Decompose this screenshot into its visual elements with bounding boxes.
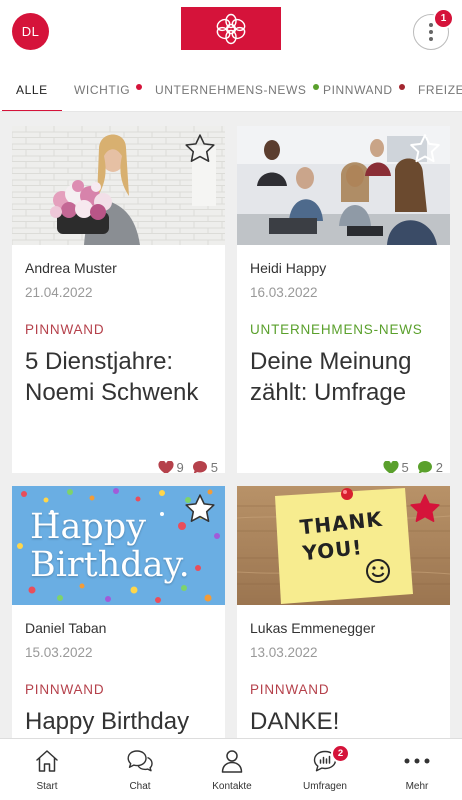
post-title: Deine Meinung zählt: Umfrage bbox=[250, 348, 412, 406]
favorite-star-icon[interactable] bbox=[408, 132, 442, 166]
heart-icon bbox=[158, 460, 174, 473]
post-reactions: 5 2 bbox=[375, 460, 443, 473]
post-date: 21.04.2022 bbox=[25, 285, 93, 300]
tab-unternehmens-news[interactable]: UNTERNEHMENS-NEWS bbox=[155, 68, 319, 111]
smiley-icon bbox=[366, 559, 390, 583]
heart-icon bbox=[383, 460, 399, 473]
post-image-woman-with-flowers bbox=[12, 126, 225, 245]
comment-count[interactable]: 5 bbox=[192, 460, 218, 473]
nav-umfragen[interactable]: 2 Umfragen bbox=[279, 739, 371, 800]
vertical-dots-icon bbox=[429, 23, 433, 41]
like-count[interactable]: 9 bbox=[158, 460, 184, 473]
post-category: PINNWAND bbox=[25, 322, 105, 337]
post-feed: Andrea Muster 21.04.2022 PINNWAND 5 Dien… bbox=[0, 112, 462, 738]
post-reactions: 9 5 bbox=[150, 460, 218, 473]
nav-mehr[interactable]: Mehr bbox=[371, 739, 462, 800]
bottom-navigation: Start Chat Kontakte 2 Umfragen Mehr bbox=[0, 738, 462, 800]
post-title: DANKE! bbox=[250, 708, 340, 735]
avatar[interactable]: DL bbox=[12, 13, 49, 50]
tab-wichtig[interactable]: WICHTIG bbox=[74, 68, 143, 111]
post-card[interactable]: THANK YOU! Lukas Emmenegger 13.03.2022 P… bbox=[237, 486, 450, 738]
nav-label: Umfragen bbox=[303, 781, 347, 792]
brand-logo bbox=[181, 7, 281, 50]
nav-label: Chat bbox=[129, 781, 151, 792]
post-author: Heidi Happy bbox=[250, 260, 327, 276]
like-count[interactable]: 5 bbox=[383, 460, 409, 473]
post-image-thank-you-sticky-note: THANK YOU! bbox=[237, 486, 450, 605]
favorite-star-icon[interactable] bbox=[183, 132, 217, 166]
person-icon bbox=[221, 750, 243, 773]
post-author: Andrea Muster bbox=[25, 260, 117, 276]
post-category: PINNWAND bbox=[25, 682, 105, 697]
status-dot bbox=[398, 84, 405, 90]
image-caption: Happy Birthday. bbox=[30, 507, 190, 585]
chat-icon bbox=[127, 750, 153, 772]
nav-kontakte[interactable]: Kontakte bbox=[186, 739, 278, 800]
post-title: Happy Birthday bbox=[25, 708, 190, 735]
tab-label: WICHTIG bbox=[74, 83, 131, 97]
favorite-star-icon[interactable] bbox=[183, 492, 217, 526]
category-tabs: ALLE WICHTIG UNTERNEHMENS-NEWS PINNWAND … bbox=[0, 68, 462, 112]
comment-bubble-icon bbox=[417, 461, 432, 473]
comment-count[interactable]: 2 bbox=[417, 460, 443, 473]
post-card[interactable]: Heidi Happy 16.03.2022 UNTERNEHMENS-NEWS… bbox=[237, 126, 450, 473]
home-icon bbox=[36, 750, 58, 772]
status-dot bbox=[136, 84, 143, 90]
post-title: 5 Dienstjahre: Noemi Schwenk bbox=[25, 348, 199, 406]
tab-pinnwand[interactable]: PINNWAND bbox=[323, 68, 405, 111]
status-dot bbox=[312, 84, 319, 90]
tab-label: ALLE bbox=[16, 83, 48, 97]
post-image-happy-birthday-confetti: Happy Birthday. bbox=[12, 486, 225, 605]
nav-start[interactable]: Start bbox=[1, 739, 93, 800]
more-icon bbox=[404, 758, 430, 764]
post-date: 13.03.2022 bbox=[250, 645, 318, 660]
nav-chat[interactable]: Chat bbox=[94, 739, 186, 800]
nav-label: Mehr bbox=[405, 781, 429, 792]
nav-label: Start bbox=[36, 781, 58, 792]
post-card[interactable]: Happy Birthday. Daniel Taban 15.03.2022 … bbox=[12, 486, 225, 738]
post-author: Daniel Taban bbox=[25, 620, 107, 636]
post-date: 16.03.2022 bbox=[250, 285, 318, 300]
notification-badge: 1 bbox=[433, 8, 454, 29]
nav-label: Kontakte bbox=[212, 781, 252, 792]
tab-label: FREIZEIT bbox=[418, 83, 462, 97]
post-date: 15.03.2022 bbox=[25, 645, 93, 660]
avatar-initials: DL bbox=[21, 24, 40, 39]
post-category: UNTERNEHMENS-NEWS bbox=[250, 322, 423, 337]
favorite-star-icon[interactable] bbox=[408, 492, 442, 526]
app-header: DL 1 bbox=[0, 0, 462, 68]
tab-freizeit[interactable]: FREIZEIT bbox=[418, 68, 462, 111]
tab-label: UNTERNEHMENS-NEWS bbox=[155, 83, 307, 97]
tab-alle[interactable]: ALLE bbox=[2, 68, 62, 111]
flower-logo-icon bbox=[216, 13, 246, 44]
post-author: Lukas Emmenegger bbox=[250, 620, 376, 636]
post-category: PINNWAND bbox=[250, 682, 330, 697]
umfragen-badge: 2 bbox=[331, 744, 350, 763]
tab-label: PINNWAND bbox=[323, 83, 393, 97]
post-image-team-meeting bbox=[237, 126, 450, 245]
post-card[interactable]: Andrea Muster 21.04.2022 PINNWAND 5 Dien… bbox=[12, 126, 225, 473]
comment-bubble-icon bbox=[192, 461, 207, 473]
